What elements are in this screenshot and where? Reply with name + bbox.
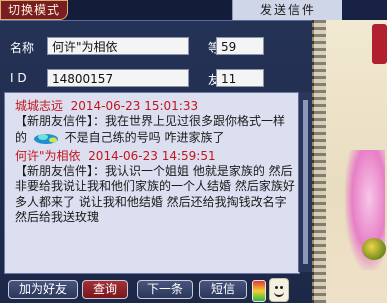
message-sender: 城城志远: [15, 99, 64, 113]
add-friend-button[interactable]: 加为好友: [8, 280, 78, 299]
name-label: 名称: [10, 41, 35, 55]
signal-meter-icon: [252, 280, 266, 302]
window-title: 发送信件: [232, 0, 343, 20]
switch-mode-button[interactable]: 切换模式: [0, 0, 68, 20]
emoji-mouth: [274, 291, 284, 297]
message-timestamp: 2014-06-23 15:01:33: [70, 99, 199, 113]
id-label: I D: [10, 71, 27, 85]
message-text: 不是自己练的号吗 咋进家族了: [64, 130, 225, 144]
query-button[interactable]: 查询: [82, 280, 128, 299]
title-bar-end: [342, 0, 387, 20]
emoji-eye: [280, 286, 283, 289]
friendship-field: 11: [216, 69, 264, 87]
mail-window: 切换模式 发送信件 名称 何许"为相依 等级 59 I D 14800157 友…: [0, 0, 387, 303]
scrollbar-track[interactable]: [303, 100, 308, 264]
id-field: 14800157: [47, 69, 189, 87]
message-header: 城城志远 2014-06-23 15:01:33: [5, 98, 299, 114]
top-bar: 切换模式 发送信件: [0, 0, 387, 21]
level-field: 59: [216, 37, 264, 55]
next-message-button[interactable]: 下一条: [137, 280, 193, 299]
message-timestamp: 2014-06-23 14:59:51: [88, 148, 216, 163]
message-body: 【新朋友信件】：我在世界上见过很多跟你格式一样的 不是自己练的号吗 咋进家族了: [5, 114, 299, 146]
fret-border-decoration: [312, 20, 326, 303]
message-log[interactable]: 城城志远 2014-06-23 15:01:33 【新朋友信件】：我在世界上见过…: [4, 92, 300, 274]
message-header: 何许"为相依 2014-06-23 14:59:51: [5, 148, 299, 164]
beetle-decoration-icon: [362, 238, 386, 260]
sms-button[interactable]: 短信: [199, 280, 247, 299]
name-field: 何许"为相依: [47, 37, 189, 55]
red-tassel-decoration: [372, 24, 387, 64]
message-body: 【新朋友信件】：我认识一个姐姐 他就是家族的 然后非要给我说让我和他们家族的一个…: [15, 163, 295, 225]
smiley-face-icon[interactable]: [269, 278, 289, 302]
emoji-eye: [275, 286, 278, 289]
message-scrollbar[interactable]: [298, 92, 313, 272]
message-sender: 何许"为相依: [15, 148, 81, 163]
gem-icon: [33, 133, 58, 144]
